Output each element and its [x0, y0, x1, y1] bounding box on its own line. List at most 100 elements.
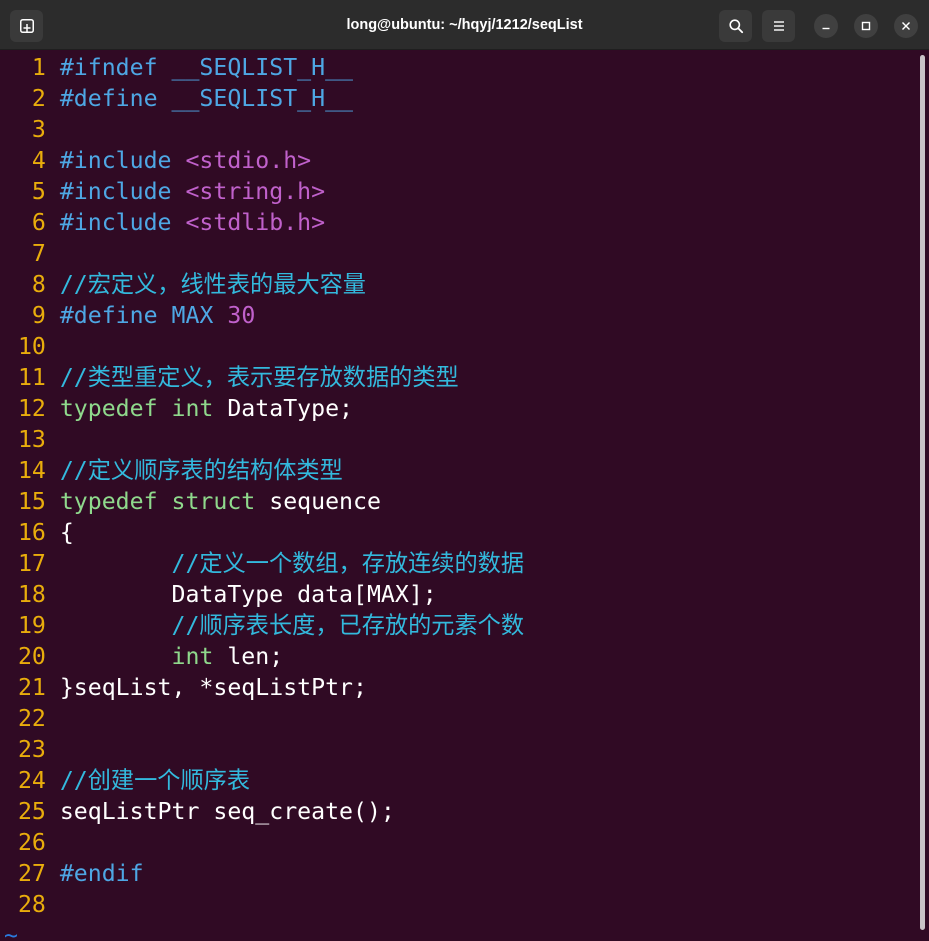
code-token: seqListPtr seq_create();	[59, 798, 395, 825]
line-number: 18	[17, 581, 46, 608]
code-token: //创建一个顺序表	[59, 767, 251, 794]
code-line: 6 #include <stdlib.h>	[4, 207, 929, 238]
code-line: 13	[4, 424, 929, 455]
code-editor: 1 #ifndef __SEQLIST_H__ 2 #define __SEQLIST…	[4, 52, 929, 920]
close-button[interactable]	[894, 14, 918, 38]
code-line: 21 }seqList, *seqListPtr;	[4, 672, 929, 703]
code-line: 20 int len;	[4, 641, 929, 672]
code-token: //顺序表长度，已存放的元素个数	[59, 612, 525, 639]
line-number: 26	[17, 829, 46, 856]
code-line: 4 #include <stdio.h>	[4, 145, 929, 176]
code-text: #include <string.h>	[60, 178, 325, 205]
line-number: 9	[31, 302, 46, 329]
line-number: 19	[17, 612, 46, 639]
code-token: }seqList, *seqListPtr;	[59, 674, 367, 701]
code-line: 8 //宏定义，线性表的最大容量	[4, 269, 929, 300]
scrollbar[interactable]	[920, 55, 925, 930]
search-button[interactable]	[719, 10, 752, 42]
line-number: 23	[17, 736, 46, 763]
code-text: #define __SEQLIST_H__	[60, 85, 353, 112]
maximize-icon	[861, 21, 871, 31]
code-text: int len;	[59, 643, 284, 670]
code-token: #define __SEQLIST_H__	[59, 85, 353, 112]
code-line: 24 //创建一个顺序表	[4, 765, 929, 796]
maximize-button[interactable]	[854, 14, 878, 38]
code-text: typedef struct sequence	[60, 488, 381, 515]
line-number: 17	[17, 550, 46, 577]
end-of-buffer-marker: ~	[4, 922, 18, 941]
code-token: {	[59, 519, 74, 546]
menu-button[interactable]	[762, 10, 795, 42]
code-line: 23	[4, 734, 929, 765]
code-text: //宏定义，线性表的最大容量	[60, 271, 366, 298]
code-token: sequence	[255, 488, 381, 515]
header-bar[interactable]: long@ubuntu: ~/hqyj/1212/seqList	[0, 0, 929, 50]
line-number: 25	[17, 798, 46, 825]
code-token: typedef struct	[59, 488, 256, 515]
code-line: 11 //类型重定义，表示要存放数据的类型	[4, 362, 929, 393]
code-line: 9 #define MAX 30	[4, 300, 929, 331]
line-number: 5	[31, 178, 46, 205]
code-token: DataType data[MAX];	[59, 581, 437, 608]
code-line: 1 #ifndef __SEQLIST_H__	[4, 52, 929, 83]
line-number: 21	[17, 674, 46, 701]
close-icon	[902, 22, 910, 30]
code-token: 30	[227, 302, 256, 329]
code-text: #ifndef __SEQLIST_H__	[60, 54, 353, 81]
code-line: 3	[4, 114, 929, 145]
code-line: 2 #define __SEQLIST_H__	[4, 83, 929, 114]
code-text: //定义顺序表的结构体类型	[60, 457, 343, 484]
hamburger-menu-icon	[773, 21, 784, 31]
line-number: 28	[17, 891, 46, 918]
line-number: 7	[31, 240, 46, 267]
code-text: #include <stdlib.h>	[60, 209, 325, 236]
window-title: long@ubuntu: ~/hqyj/1212/seqList	[346, 17, 583, 33]
line-number: 22	[17, 705, 46, 732]
new-tab-icon	[19, 19, 34, 33]
line-number: 24	[17, 767, 46, 794]
line-number: 8	[31, 271, 46, 298]
line-number: 1	[31, 54, 46, 81]
code-text: //创建一个顺序表	[60, 767, 250, 794]
line-number: 27	[17, 860, 46, 887]
code-line: 27 #endif	[4, 858, 929, 889]
line-number: 12	[17, 395, 46, 422]
code-line: 14 //定义顺序表的结构体类型	[4, 455, 929, 486]
code-text: //定义一个数组，存放连续的数据	[60, 550, 525, 577]
code-line: 15 typedef struct sequence	[4, 486, 929, 517]
line-number: 3	[31, 116, 46, 143]
code-token: #include	[59, 178, 186, 205]
code-line: 22	[4, 703, 929, 734]
code-text: #include <stdio.h>	[60, 147, 311, 174]
code-token: <stdio.h>	[185, 147, 312, 174]
code-text: typedef int DataType;	[60, 395, 353, 422]
code-token: #include	[59, 209, 186, 236]
code-line: 18 DataType data[MAX];	[4, 579, 929, 610]
terminal-view[interactable]: 1 #ifndef __SEQLIST_H__ 2 #define __SEQLIST…	[0, 50, 929, 941]
code-line: 26	[4, 827, 929, 858]
code-token: #define MAX	[59, 302, 228, 329]
code-token: #include	[59, 147, 186, 174]
line-number: 2	[31, 85, 46, 112]
code-text: seqListPtr seq_create();	[60, 798, 395, 825]
code-line: 19 //顺序表长度，已存放的元素个数	[4, 610, 929, 641]
line-number: 10	[17, 333, 46, 360]
code-text: //类型重定义，表示要存放数据的类型	[60, 364, 459, 391]
code-token: <stdlib.h>	[185, 209, 326, 236]
minimize-button[interactable]	[814, 14, 838, 38]
code-token: #ifndef __SEQLIST_H__	[59, 54, 353, 81]
code-token: len;	[213, 643, 284, 670]
code-line: 16 {	[4, 517, 929, 548]
code-line: 10	[4, 331, 929, 362]
line-number: 15	[17, 488, 46, 515]
line-number: 6	[31, 209, 46, 236]
new-tab-button[interactable]	[10, 10, 43, 42]
code-token: int	[59, 643, 214, 670]
code-token: //宏定义，线性表的最大容量	[59, 271, 366, 298]
code-token: #endif	[59, 860, 144, 887]
code-token: typedef int	[59, 395, 214, 422]
code-token: DataType;	[213, 395, 353, 422]
code-text: //顺序表长度，已存放的元素个数	[59, 612, 525, 639]
line-number: 16	[17, 519, 46, 546]
line-number: 20	[17, 643, 46, 670]
